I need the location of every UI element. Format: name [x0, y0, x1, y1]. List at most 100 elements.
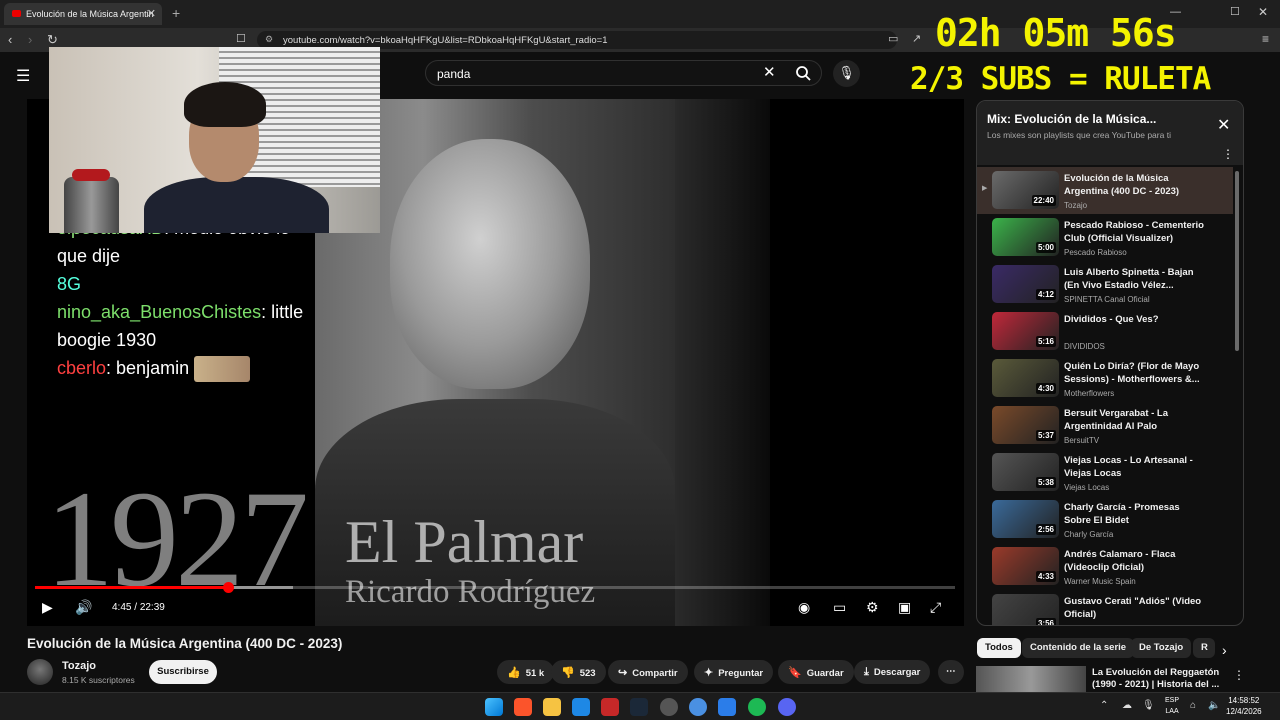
channel-avatar[interactable]	[27, 659, 53, 685]
playlist-thumbnail: 4:12	[992, 265, 1059, 303]
search-button[interactable]	[786, 60, 822, 86]
app-icon[interactable]	[601, 698, 619, 716]
playlist-thumbnail: 5:16	[992, 312, 1059, 350]
clear-search-icon[interactable]: ✕	[763, 63, 776, 81]
share-button[interactable]: ↪ Compartir	[608, 660, 688, 684]
speaker-icon[interactable]: 🔈	[1208, 700, 1220, 711]
playlist-item[interactable]: 5:37 Bersuit Vergarabat - La Argentinidad…	[977, 402, 1233, 449]
playlist-item[interactable]: 2:56 Charly García - Promesas Sobre El Bi…	[977, 496, 1233, 543]
chat-text: : benjamin	[106, 358, 190, 378]
playlist-item-title: Luis Alberto Spinetta - Bajan (En Vivo E…	[1064, 267, 1194, 291]
network-icon[interactable]: ⌂	[1190, 700, 1196, 711]
progress-bar[interactable]	[35, 582, 955, 593]
language-indicator[interactable]: ESP LAA	[1165, 695, 1179, 717]
share-page-icon[interactable]: ↗	[912, 32, 921, 45]
ccleaner-icon[interactable]	[689, 698, 707, 716]
notepad-icon[interactable]	[718, 698, 736, 716]
settings-icon[interactable]: ⚙	[866, 599, 879, 616]
share-label: Compartir	[632, 668, 678, 679]
close-tab-icon[interactable]: ✕	[147, 7, 156, 20]
playlist-item[interactable]: 3:56 Gustavo Cerati "Adiós" (Video Oficia…	[977, 590, 1233, 625]
close-window-icon[interactable]: ✕	[1258, 5, 1268, 19]
brave-icon[interactable]	[514, 698, 532, 716]
fullscreen-icon[interactable]: ⤢	[930, 599, 941, 616]
chat-line: que dije	[57, 242, 347, 270]
playlist-item-channel: Pescado Rabioso	[1064, 248, 1127, 257]
site-settings-icon[interactable]: ⚙	[265, 34, 273, 45]
playlist-item-title: Charly García - Promesas Sobre El Bidet	[1064, 502, 1180, 526]
autoplay-toggle-icon[interactable]: ◉	[798, 599, 810, 616]
subscribe-button[interactable]: Suscribirse	[149, 660, 217, 684]
playlist-item-title: Divididos - Que Ves?	[1064, 314, 1159, 325]
like-button[interactable]: 👍 51 k	[497, 660, 555, 684]
maximize-icon[interactable]: ☐	[1230, 5, 1240, 18]
obs-icon[interactable]	[660, 698, 678, 716]
youtube-favicon-icon	[12, 10, 21, 17]
thumbs-down-icon: 👎	[561, 667, 575, 679]
recommended-more-icon[interactable]: ⋮	[1233, 668, 1245, 682]
start-icon[interactable]	[485, 698, 503, 716]
chip-all[interactable]: Todos	[977, 638, 1021, 658]
tray-mic-icon[interactable]: 🎙	[1142, 700, 1155, 711]
clock-date: 12/4/2026	[1226, 707, 1262, 716]
discord-icon[interactable]	[778, 698, 796, 716]
playlist-item[interactable]: 5:00 Pescado Rabioso - Cementerio Club (O…	[977, 214, 1233, 261]
playlist-item[interactable]: 4:33 Andrés Calamaro - Flaca (Videoclip O…	[977, 543, 1233, 590]
tray-chevron-icon[interactable]: ⌃	[1100, 700, 1108, 711]
bookmark-icon[interactable]: ☐	[236, 32, 246, 45]
cast-icon[interactable]: ▭	[888, 32, 898, 45]
more-actions-button[interactable]: ⋯	[938, 660, 964, 684]
browser-menu-icon[interactable]: ≡	[1262, 32, 1269, 46]
recommended-video[interactable]: La Evolución del Reggaetón (1990 - 2021)…	[976, 666, 1245, 692]
bing-icon[interactable]	[572, 698, 590, 716]
new-tab-icon[interactable]: +	[172, 5, 180, 21]
chevron-right-icon[interactable]: ›	[1222, 642, 1227, 658]
channel-name[interactable]: Tozajo	[62, 660, 96, 672]
playlist-item[interactable]: 5:16 Divididos - Que Ves? DIVIDIDOS	[977, 308, 1233, 355]
chip-series[interactable]: Contenido de la serie	[1022, 638, 1135, 658]
spotify-icon[interactable]	[748, 698, 766, 716]
download-button[interactable]: ⤓ Descargar	[854, 660, 931, 684]
forward-icon[interactable]: ›	[28, 32, 32, 47]
chat-line: boogie 1930	[57, 326, 347, 354]
menu-icon[interactable]: ☰	[16, 66, 30, 86]
video-artist: Ricardo Rodríguez	[345, 574, 596, 610]
playlist-duration: 5:00	[1035, 242, 1056, 253]
play-icon[interactable]: ▶	[42, 599, 53, 616]
playlist-item[interactable]: 4:12 Luis Alberto Spinetta - Bajan (En Vi…	[977, 261, 1233, 308]
reload-icon[interactable]: ↻	[47, 32, 58, 48]
playlist-subtitle: Los mixes son playlists que crea YouTube…	[987, 130, 1171, 140]
save-label: Guardar	[806, 668, 844, 679]
steam-icon[interactable]	[630, 698, 648, 716]
playlist-item-channel: Warner Music Spain	[1064, 577, 1136, 586]
playlist-item-title: Quién Lo Diría? (Flor de Mayo Sessions) …	[1064, 361, 1200, 385]
system-clock[interactable]: 14:58:52 12/4/2026	[1226, 695, 1262, 717]
chip-more[interactable]: R	[1193, 638, 1215, 658]
playlist-title[interactable]: Mix: Evolución de la Música...	[987, 112, 1156, 126]
playlist-thumbnail: 5:38	[992, 453, 1059, 491]
playlist-item-channel: DIVIDIDOS	[1064, 342, 1105, 351]
close-playlist-icon[interactable]: ✕	[1217, 115, 1230, 135]
file-explorer-icon[interactable]	[543, 698, 561, 716]
playlist-more-icon[interactable]: ⋮	[1222, 147, 1234, 161]
chat-text: 8G	[57, 274, 82, 294]
playlist-thumbnail: 3:56	[992, 594, 1059, 625]
back-icon[interactable]: ‹	[8, 32, 12, 47]
browser-tab[interactable]: Evolución de la Música Argentin ✕	[4, 3, 162, 25]
stream-timer: 02h 05m 56s	[935, 11, 1177, 55]
voice-search-button[interactable]: 🎙	[833, 60, 860, 87]
tray-cloud-icon[interactable]: ☁	[1122, 700, 1132, 711]
miniplayer-icon[interactable]: ▣	[898, 599, 911, 616]
save-button[interactable]: 🔖 Guardar	[778, 660, 854, 684]
playlist-panel: Mix: Evolución de la Música... Los mixes…	[976, 100, 1244, 626]
ask-button[interactable]: ✦ Preguntar	[694, 660, 774, 684]
volume-icon[interactable]: 🔊	[75, 599, 92, 616]
now-playing-icon: ▶	[982, 185, 988, 192]
chip-from-channel[interactable]: De Tozajo	[1131, 638, 1192, 658]
playlist-item[interactable]: 4:30 Quién Lo Diría? (Flor de Mayo Sessio…	[977, 355, 1233, 402]
captions-icon[interactable]: ▭	[833, 599, 846, 616]
dislike-button[interactable]: 👎 523	[551, 660, 606, 684]
playlist-item[interactable]: ▶ 22:40 Evolución de la Música Argentina (…	[977, 167, 1233, 214]
playlist-scrollbar[interactable]	[1235, 171, 1239, 351]
playlist-item[interactable]: 5:38 Viejas Locas - Lo Artesanal - Viejas…	[977, 449, 1233, 496]
